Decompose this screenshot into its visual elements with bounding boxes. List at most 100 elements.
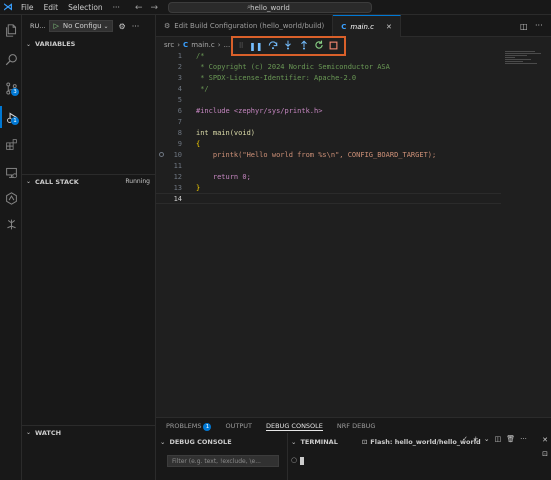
code-line: 8 int main(void) (156, 127, 501, 138)
code-editor[interactable]: 1 /* 2 * Copyright (c) 2024 Nordic Semic… (156, 50, 501, 405)
call-stack-title: CALL STACK (35, 177, 79, 186)
close-panel-icon[interactable]: ✕ (542, 436, 548, 444)
breadcrumb-src[interactable]: src (164, 41, 174, 49)
watch-title: WATCH (35, 428, 62, 437)
code-line: 9 { (156, 138, 501, 149)
run-configuration-label: No Configu (62, 22, 102, 30)
chevron-down-icon: ⌄ (160, 438, 166, 446)
line-number: 5 (177, 95, 182, 104)
menu-selection[interactable]: Selection (63, 3, 108, 12)
code-line: 4 */ (156, 83, 501, 94)
menu-more-icon[interactable]: ··· (108, 3, 125, 12)
line-code: * Copyright (c) 2024 Nordic Semiconducto… (196, 62, 390, 71)
navigation-arrows: ← → (135, 0, 158, 15)
back-arrow-icon[interactable]: ← (135, 3, 143, 13)
debug-console-header[interactable]: ⌄ DEBUG CONSOLE (160, 436, 232, 448)
add-terminal-icon[interactable]: + (473, 435, 479, 443)
line-code: * SPDX-License-Identifier: Apache-2.0 (196, 73, 357, 82)
gear-icon[interactable]: ⚙ (119, 22, 126, 31)
more-actions-icon[interactable]: ··· (520, 435, 527, 443)
close-icon[interactable]: ✕ (386, 23, 392, 31)
devicetree-icon[interactable] (0, 213, 22, 235)
variables-title: VARIABLES (35, 40, 76, 48)
bottom-panel: PROBLEMS 1 OUTPUT DEBUG CONSOLE NRF DEBUG (156, 417, 551, 480)
line-code: int main(void) (196, 128, 256, 137)
breadcrumb-ellipsis[interactable]: ... (224, 41, 231, 49)
line-code: /* (196, 51, 205, 60)
tab-main-c[interactable]: C main.c ✕ (333, 15, 401, 37)
breadcrumb-file[interactable]: main.c (191, 41, 215, 49)
panel-divider (287, 433, 288, 480)
tab-debug-console[interactable]: DEBUG CONSOLE (265, 422, 323, 431)
code-line: 7 (156, 116, 501, 127)
line-number: 7 (177, 117, 182, 126)
search-icon[interactable] (0, 48, 22, 70)
chevron-right-icon: › (217, 41, 221, 49)
extensions-icon[interactable] (0, 133, 22, 155)
line-number: 8 (177, 128, 182, 137)
sidebar-header: RU... ▷ No Configu ⌄ ⚙ ··· (22, 15, 155, 37)
code-line: 10 printk("Hello world from %s\n", CONFI… (156, 149, 501, 160)
more-actions-icon[interactable]: ··· (535, 21, 543, 30)
chevron-down-icon[interactable]: ⌄ (484, 435, 490, 443)
split-terminal-icon[interactable]: ◫ (495, 435, 502, 443)
filter-placeholder: Filter (e.g. text, !exclude, \e... (172, 457, 261, 465)
settings-file-icon: ⚙ (164, 22, 171, 30)
drag-handle-icon[interactable]: ⠿ (239, 42, 244, 50)
trash-icon[interactable]: 🗑 (506, 435, 515, 443)
run-debug-icon[interactable]: 1 (0, 106, 22, 128)
command-center-label: hello_world (250, 3, 290, 12)
chevron-down-icon: ⌄ (103, 22, 109, 30)
tab-label: PROBLEMS (166, 421, 202, 430)
check-icon[interactable]: ✓ (462, 435, 468, 443)
line-number: 13 (173, 183, 182, 192)
tab-nrf-debug[interactable]: NRF DEBUG (337, 422, 376, 430)
line-code: return 0; (196, 172, 251, 181)
line-code: */ (196, 84, 209, 93)
call-stack-section-header[interactable]: ⌄ CALL STACK Running (22, 174, 156, 188)
menu-file[interactable]: File (16, 3, 39, 12)
line-number: 2 (177, 62, 182, 71)
variables-section-header[interactable]: ⌄ VARIABLES (22, 37, 156, 51)
remote-explorer-icon[interactable] (0, 161, 22, 183)
problems-badge: 1 (203, 422, 212, 431)
search-icon: ⌕ (247, 3, 251, 11)
title-bar: ⋊ File Edit Selection ··· ← → ⌕ hello_wo… (0, 0, 551, 15)
code-line: 12 return 0; (156, 171, 501, 182)
tab-problems[interactable]: PROBLEMS 1 (166, 421, 212, 431)
line-number: 4 (177, 84, 182, 93)
terminal-cursor[interactable] (300, 457, 304, 465)
debug-console-title: DEBUG CONSOLE (169, 438, 232, 446)
sidebar-title: RU... (30, 22, 46, 30)
more-actions-icon[interactable]: ··· (132, 22, 140, 31)
terminal-title: TERMINAL (300, 438, 338, 446)
chevron-down-icon: ⌄ (26, 429, 32, 436)
watch-section-header[interactable]: ⌄ WATCH (22, 425, 156, 439)
chevron-down-icon: ⌄ (26, 178, 32, 185)
line-number: 3 (177, 73, 182, 82)
terminal-instance-icon[interactable]: ⊡ (542, 450, 548, 458)
start-debugging-icon[interactable]: ▷ (53, 22, 58, 30)
code-line: 11 (156, 160, 501, 171)
menu-edit[interactable]: Edit (39, 3, 64, 12)
code-line: 1 /* (156, 50, 501, 61)
terminal-actions: ✓ + ⌄ ◫ 🗑 ··· (462, 435, 527, 443)
breakpoint-hint-icon[interactable] (159, 152, 164, 157)
line-code: printk("Hello world from %s\n", CONFIG_B… (196, 150, 437, 159)
split-editor-icon[interactable]: ◫ (520, 22, 528, 31)
terminal-list-strip: ✕ ⊡ (539, 433, 551, 480)
source-control-icon[interactable]: 3 (0, 77, 22, 99)
nrf-connect-icon[interactable] (0, 187, 22, 209)
command-center-search[interactable]: ⌕ hello_world (168, 2, 372, 13)
forward-arrow-icon[interactable]: → (151, 3, 159, 13)
line-code: } (196, 183, 201, 192)
tab-edit-build-configuration[interactable]: ⚙ Edit Build Configuration (hello_world/… (156, 15, 334, 37)
tab-label: main.c (350, 22, 374, 31)
source-control-badge: 3 (11, 88, 19, 96)
terminal-header[interactable]: ⌄ TERMINAL ⊡ Flash: hello_world/hello_wo… (291, 436, 481, 448)
tab-output[interactable]: OUTPUT (225, 422, 252, 430)
minimap[interactable] (505, 50, 545, 80)
debug-console-filter-input[interactable]: Filter (e.g. text, !exclude, \e... (167, 455, 279, 467)
explorer-icon[interactable] (0, 19, 22, 41)
run-configuration-select[interactable]: ▷ No Configu ⌄ (49, 20, 113, 32)
